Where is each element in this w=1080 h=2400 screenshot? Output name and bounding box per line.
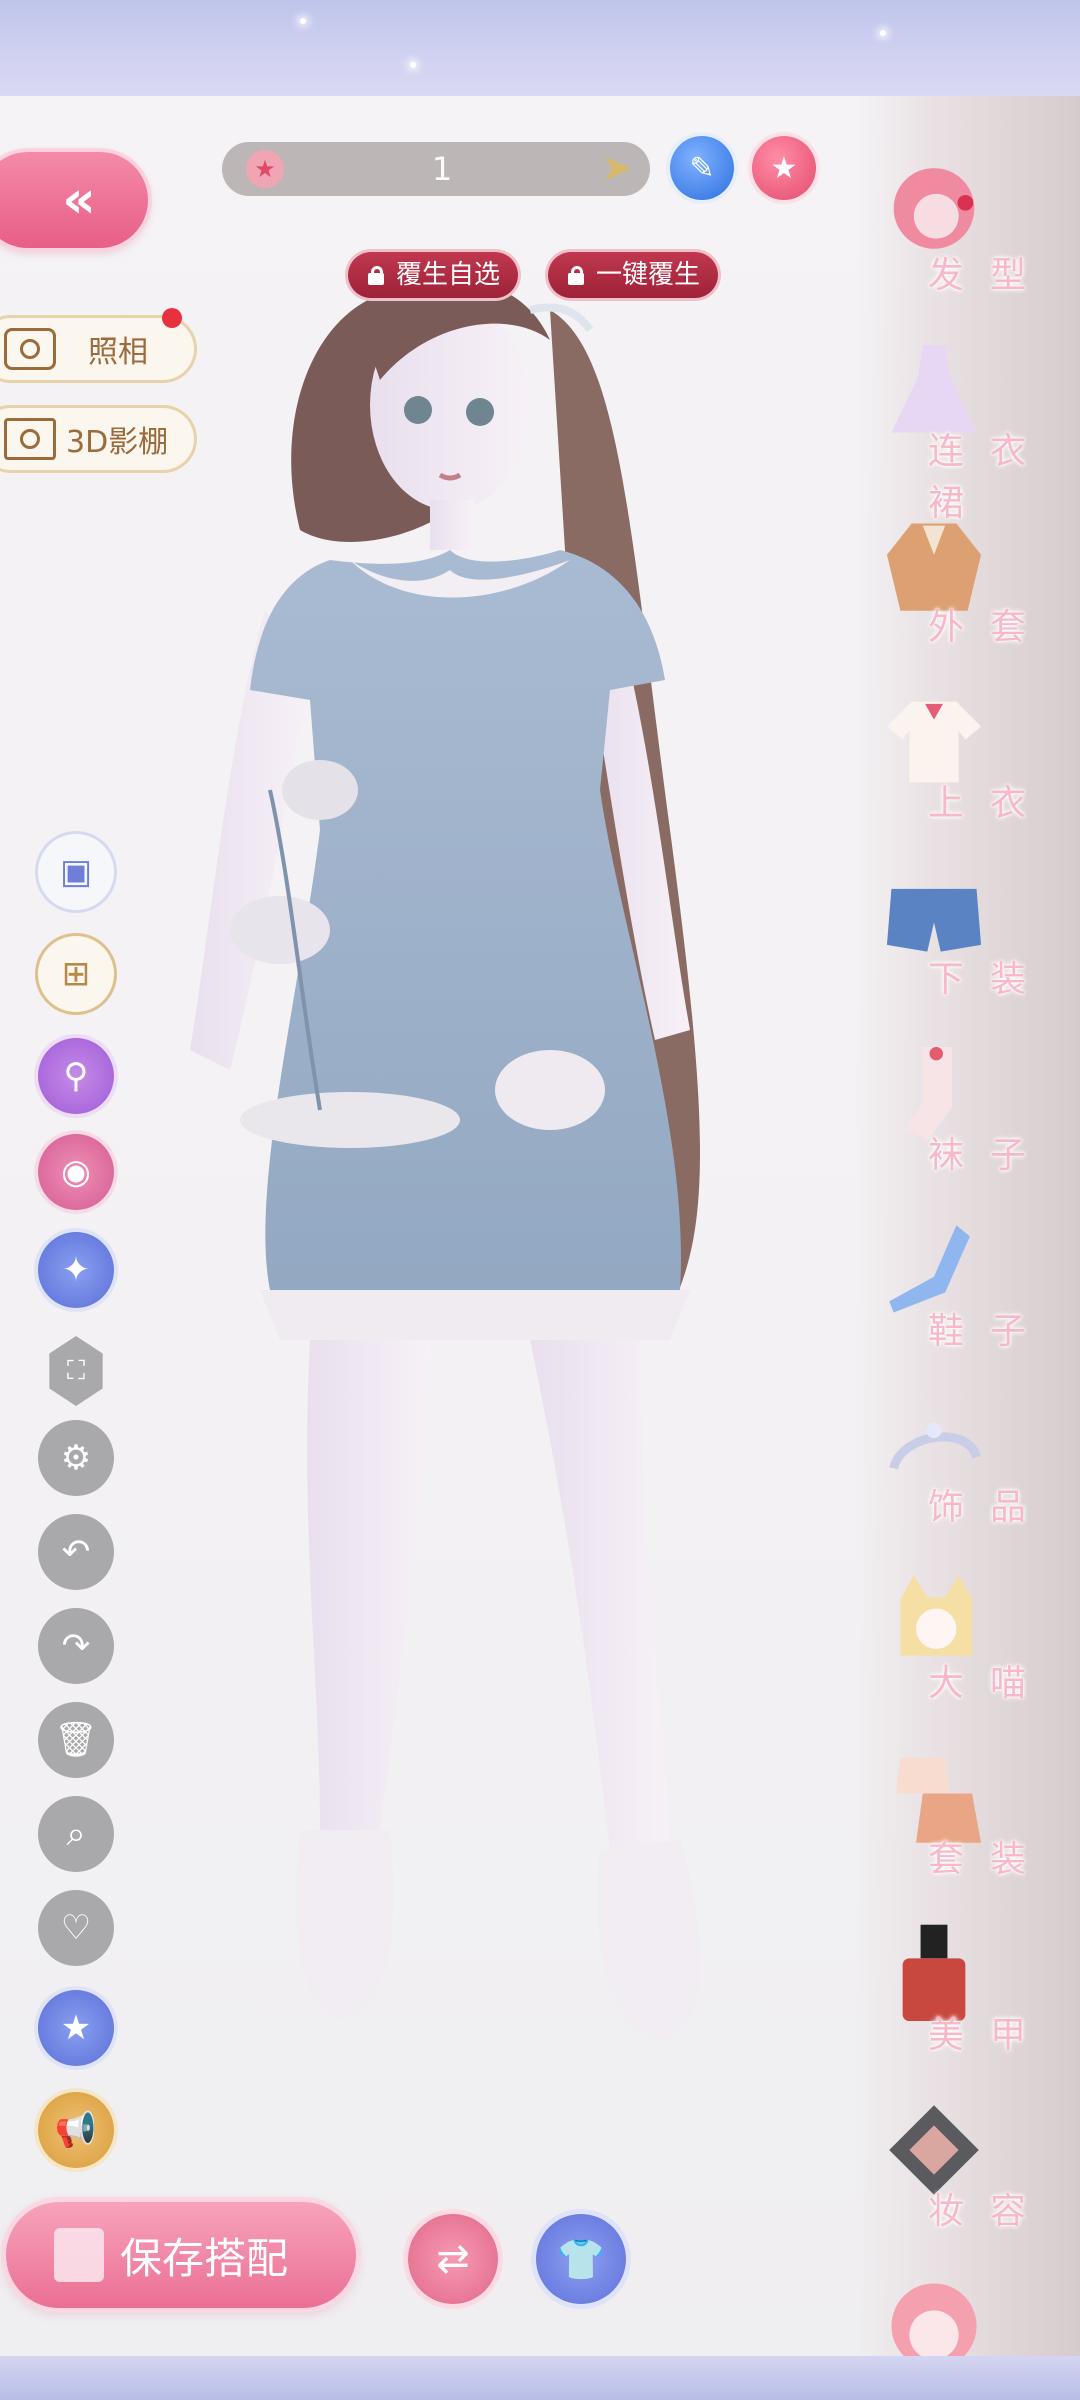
megaphone-icon: 📢	[54, 2110, 98, 2150]
palette-icon: ◉	[61, 1152, 91, 1192]
swap-button[interactable]: ⇄	[408, 2214, 498, 2304]
favorite-button[interactable]: ★	[752, 136, 816, 200]
fullscreen-button[interactable]: ⛶	[49, 1336, 103, 1406]
studio-button[interactable]: 3D影棚	[0, 408, 194, 470]
search-icon: ⌕	[66, 1814, 86, 1854]
sky-background-top	[0, 0, 1080, 96]
cube-icon	[4, 418, 56, 460]
rebirth-select-button[interactable]: 覆生自选	[348, 252, 519, 298]
category-top[interactable]: 上衣	[868, 678, 1078, 848]
notification-dot	[162, 308, 182, 328]
delete-button[interactable]: 🗑	[38, 1702, 114, 1778]
lock-icon	[366, 266, 386, 285]
category-label: 美甲	[928, 2015, 1053, 2056]
category-dress[interactable]: 连衣裙	[868, 326, 1078, 524]
settings-button[interactable]: ⚙	[38, 1420, 114, 1496]
arrow-icon: ➤	[602, 148, 633, 189]
category-hairstyle[interactable]: 发型	[868, 150, 1078, 320]
category-nails[interactable]: 美甲	[868, 1910, 1078, 2080]
one-click-rebirth-button[interactable]: 一键覆生	[548, 252, 719, 298]
category-bottoms[interactable]: 下装	[868, 854, 1078, 1024]
sparkle	[880, 30, 886, 36]
shirt-icon: 👕	[556, 2236, 606, 2283]
save-outfit-button[interactable]: 保存搭配	[6, 2202, 356, 2308]
star-badge-icon: ★	[60, 2008, 92, 2048]
category-shoes[interactable]: 鞋子	[868, 1206, 1078, 1376]
save-outfit-label: 保存搭配	[120, 2233, 289, 2283]
edit-button[interactable]: ✎	[670, 136, 734, 200]
back-button[interactable]: «	[0, 152, 148, 248]
magic-star-button[interactable]: ✦	[38, 1232, 114, 1308]
category-set[interactable]: 套装	[868, 1734, 1078, 1904]
sparkle	[300, 18, 306, 24]
category-accessories[interactable]: 饰品	[868, 1382, 1078, 1552]
gear-icon: ⚙	[60, 1438, 92, 1478]
one-click-rebirth-label: 一键覆生	[596, 260, 701, 290]
search-sparkle-button[interactable]: ⚲	[38, 1038, 114, 1114]
pencil-icon: ✎	[689, 150, 715, 186]
sparkle	[410, 62, 416, 68]
fullscreen-icon: ⛶	[66, 1355, 86, 1386]
copy-add-icon: ⊞	[61, 954, 91, 994]
category-label: 饰品	[928, 1487, 1053, 1528]
photo-label: 照相	[88, 335, 148, 370]
category-socks[interactable]: 袜子	[868, 1030, 1078, 1200]
sky-background-bottom	[0, 2356, 1080, 2400]
lock-icon	[566, 266, 586, 285]
category-label: 大喵	[928, 1663, 1053, 1704]
trash-icon: 🗑	[54, 1720, 98, 1760]
redo-icon: ↷	[61, 1626, 91, 1666]
copy-add-button[interactable]: ⊞	[38, 936, 114, 1012]
star-coin-icon: ★	[246, 150, 284, 188]
category-label: 袜子	[928, 1135, 1053, 1176]
category-partial[interactable]	[868, 2262, 1078, 2356]
undo-icon: ↶	[61, 1532, 91, 1572]
wardrobe-icon: ▣	[59, 852, 93, 892]
swap-icon: ⇄	[436, 2236, 470, 2282]
search-button[interactable]: ⌕	[38, 1796, 114, 1872]
redo-button[interactable]: ↷	[38, 1608, 114, 1684]
double-chevron-left-icon: «	[62, 170, 95, 230]
outfit-scan-button[interactable]: 👕	[536, 2214, 626, 2304]
category-label: 外套	[928, 607, 1053, 648]
category-label: 上衣	[928, 783, 1053, 824]
heart-button[interactable]: ♡	[38, 1890, 114, 1966]
save-icon	[54, 2228, 104, 2282]
category-label: 发型	[928, 255, 1053, 296]
avatar-icon	[891, 2283, 977, 2356]
character-model	[190, 280, 701, 2040]
category-makeup[interactable]: 妆容	[868, 2086, 1078, 2256]
magic-star-icon: ✦	[61, 1250, 91, 1290]
category-label: 套装	[928, 1839, 1053, 1880]
currency-value: 1	[431, 150, 453, 188]
photo-button[interactable]: 照相	[0, 318, 194, 380]
rebirth-select-label: 覆生自选	[396, 260, 501, 290]
category-label: 鞋子	[928, 1311, 1053, 1352]
heart-icon: ♡	[60, 1908, 92, 1948]
star-icon: ★	[770, 150, 798, 186]
palette-button[interactable]: ◉	[38, 1134, 114, 1210]
category-label: 下装	[928, 959, 1053, 1000]
wardrobe-button[interactable]: ▣	[38, 834, 114, 910]
category-label: 妆容	[928, 2191, 1053, 2232]
star-badge-button[interactable]: ★	[38, 1990, 114, 2066]
currency-bar[interactable]: ★ 1 ➤	[222, 142, 650, 196]
category-cat[interactable]: 大喵	[868, 1558, 1078, 1728]
camera-icon	[4, 328, 56, 370]
undo-button[interactable]: ↶	[38, 1514, 114, 1590]
announcement-button[interactable]: 📢	[38, 2092, 114, 2168]
search-sparkle-icon: ⚲	[63, 1056, 89, 1096]
category-coat[interactable]: 外套	[868, 502, 1078, 672]
studio-label: 3D影棚	[66, 425, 169, 460]
